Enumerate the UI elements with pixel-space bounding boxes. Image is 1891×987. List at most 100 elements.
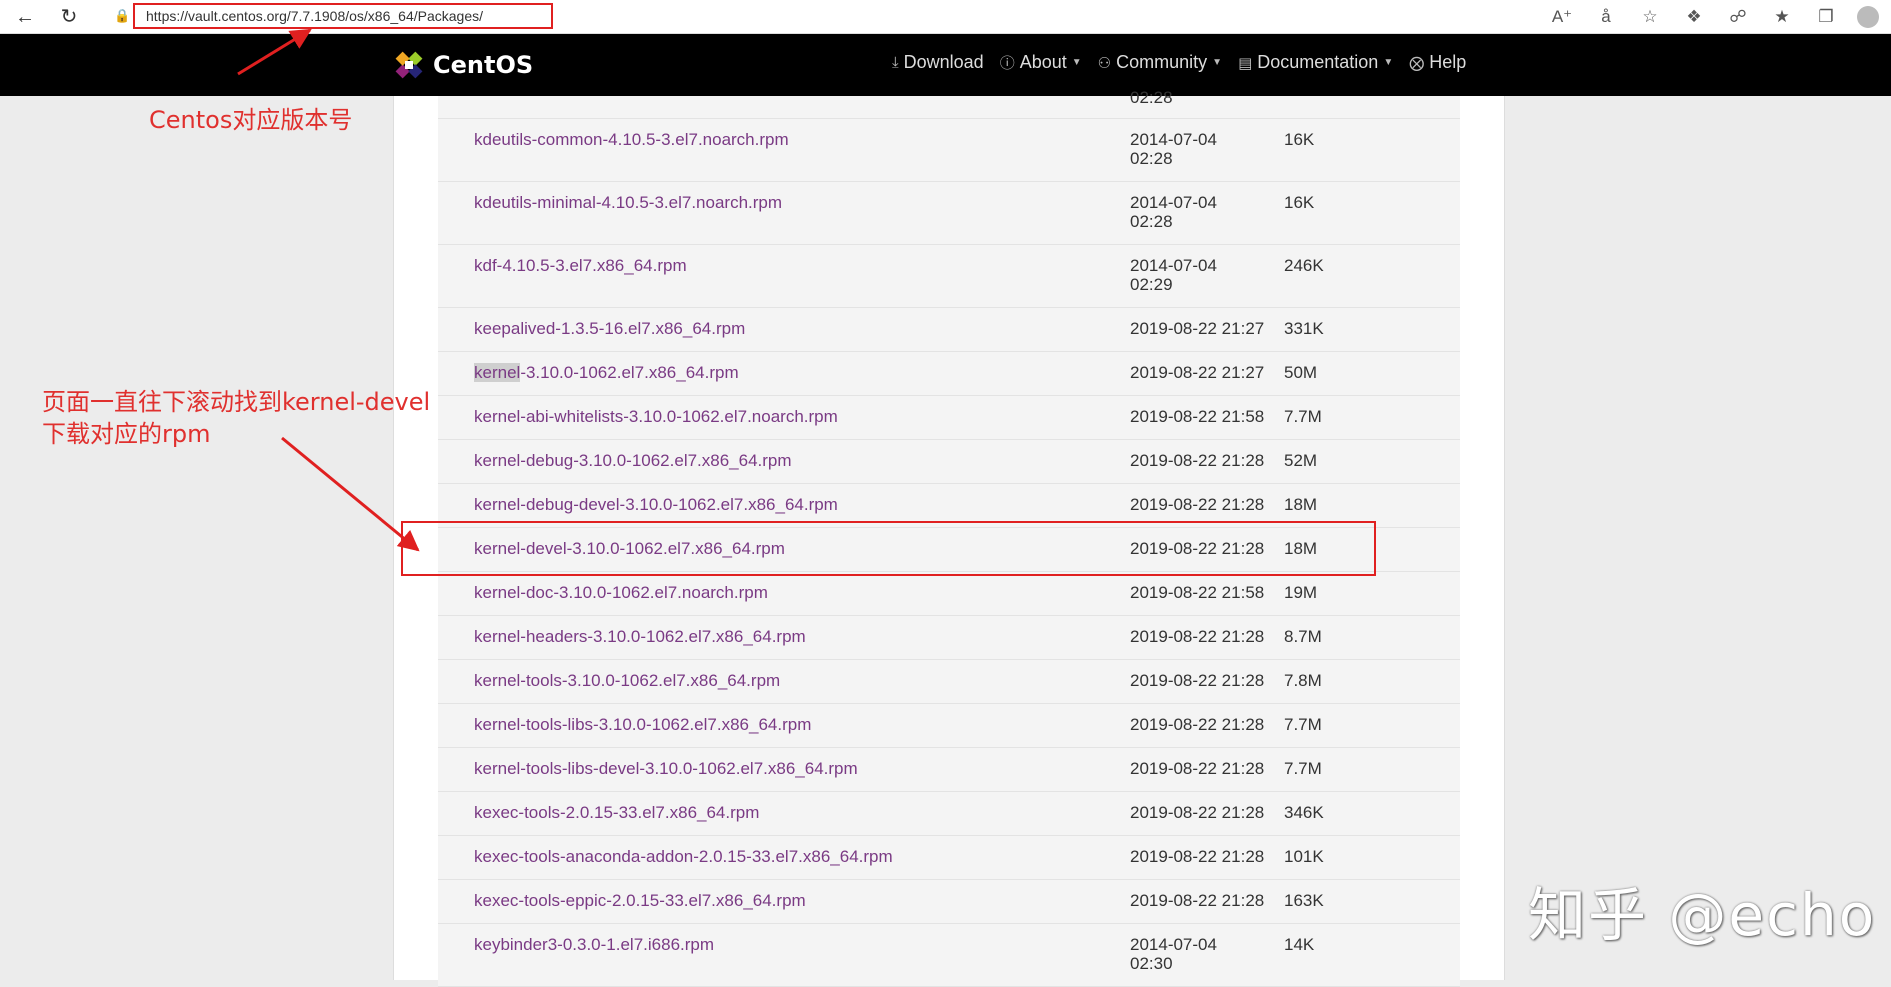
kernel-devel-highlight-box bbox=[401, 521, 1376, 576]
extension-icon[interactable]: ❖ bbox=[1681, 7, 1707, 27]
table-row-partial: 02:28 bbox=[438, 88, 1460, 119]
package-name: kexec-tools-eppic-2.0.15-33.el7.x86_64.r… bbox=[474, 891, 806, 910]
package-name: kernel-debug-3.10.0-1062.el7.x86_64.rpm bbox=[474, 451, 792, 470]
table-row: kernel-headers-3.10.0-1062.el7.x86_64.rp… bbox=[438, 616, 1460, 660]
date-line: 2019-08-22 21:28 bbox=[1130, 627, 1265, 646]
date-cell: 2019-08-22 21:28 bbox=[1130, 891, 1290, 910]
translate-icon[interactable]: å bbox=[1593, 7, 1619, 27]
date-line: 2019-08-22 21:28 bbox=[1130, 671, 1265, 690]
date-line: 2019-08-22 21:28 bbox=[1130, 847, 1265, 866]
size-cell: 331K bbox=[1284, 319, 1324, 338]
menu-label: Documentation bbox=[1257, 52, 1379, 72]
menu-label: Community bbox=[1116, 52, 1208, 72]
package-name: kexec-tools-anaconda-addon-2.0.15-33.el7… bbox=[474, 847, 893, 866]
package-link[interactable]: kexec-tools-eppic-2.0.15-33.el7.x86_64.r… bbox=[474, 891, 806, 911]
package-link[interactable]: kdeutils-minimal-4.10.5-3.el7.noarch.rpm bbox=[474, 193, 782, 213]
back-icon[interactable]: ← bbox=[12, 4, 38, 30]
size-cell: 101K bbox=[1284, 847, 1324, 866]
date-line: 2019-08-22 21:28 bbox=[1130, 891, 1265, 910]
package-link[interactable]: kernel-doc-3.10.0-1062.el7.noarch.rpm bbox=[474, 583, 768, 603]
package-link[interactable]: keybinder3-0.3.0-1.el7.i686.rpm bbox=[474, 935, 714, 955]
package-link[interactable]: kernel-tools-libs-3.10.0-1062.el7.x86_64… bbox=[474, 715, 811, 735]
size-cell: 16K bbox=[1284, 130, 1315, 149]
size-cell: 52M bbox=[1284, 451, 1318, 470]
menu-documentation[interactable]: ▤ Documentation ▼ bbox=[1238, 52, 1393, 73]
scroll-note-line1: 页面一直往下滚动找到kernel-devel bbox=[42, 388, 431, 416]
menu-about[interactable]: ⓘ About ▼ bbox=[1000, 52, 1082, 73]
scroll-note-line2: 下载对应的rpm bbox=[42, 420, 211, 448]
size-cell: 8.7M bbox=[1284, 627, 1322, 646]
size-cell: 16K bbox=[1284, 193, 1315, 212]
date-line: 2019-08-22 21:28 bbox=[1130, 451, 1265, 470]
main-menu: ⤓ Download ⓘ About ▼ ⚇ Community ▼ ▤ Doc… bbox=[892, 52, 1466, 73]
package-link[interactable]: kernel-3.10.0-1062.el7.x86_64.rpm bbox=[474, 363, 739, 383]
size-cell: 14K bbox=[1284, 935, 1315, 954]
favorites-icon[interactable]: ★ bbox=[1769, 7, 1795, 27]
table-row: kernel-tools-libs-3.10.0-1062.el7.x86_64… bbox=[438, 704, 1460, 748]
package-link[interactable]: kdf-4.10.5-3.el7.x86_64.rpm bbox=[474, 256, 687, 276]
centos-logo[interactable]: CentOS bbox=[393, 48, 533, 82]
read-aloud-icon[interactable]: A⁺ bbox=[1549, 7, 1575, 27]
package-link[interactable]: kernel-tools-3.10.0-1062.el7.x86_64.rpm bbox=[474, 671, 780, 691]
size-cell: 19M bbox=[1284, 583, 1318, 602]
date-cell: 02:28 bbox=[1130, 88, 1173, 107]
package-link[interactable]: kexec-tools-2.0.15-33.el7.x86_64.rpm bbox=[474, 803, 759, 823]
date-cell: 2014-07-04 02:30 bbox=[1130, 935, 1240, 973]
size-cell: 163K bbox=[1284, 891, 1324, 910]
package-link[interactable]: kdeutils-common-4.10.5-3.el7.noarch.rpm bbox=[474, 130, 789, 150]
size-cell: 7.7M bbox=[1284, 407, 1322, 426]
package-link[interactable]: kernel-headers-3.10.0-1062.el7.x86_64.rp… bbox=[474, 627, 806, 647]
time-line: 02:28 bbox=[1130, 149, 1173, 168]
date-line: 2019-08-22 21:28 bbox=[1130, 715, 1265, 734]
package-name: keybinder3-0.3.0-1.el7.i686.rpm bbox=[474, 935, 715, 954]
table-row: kernel-tools-libs-devel-3.10.0-1062.el7.… bbox=[438, 748, 1460, 792]
date-cell: 2019-08-22 21:28 bbox=[1130, 803, 1290, 822]
package-name: kexec-tools-2.0.15-33.el7.x86_64.rpm bbox=[474, 803, 760, 822]
date-cell: 2014-07-04 02:28 bbox=[1130, 193, 1240, 231]
watermark: 知乎 @echo bbox=[1528, 881, 1877, 949]
centos-logo-icon bbox=[395, 51, 423, 79]
menu-help[interactable]: ⨂ Help bbox=[1409, 52, 1466, 73]
site-header: CentOS ⤓ Download ⓘ About ▼ ⚇ Community … bbox=[0, 34, 1891, 96]
package-link[interactable]: kernel-debug-devel-3.10.0-1062.el7.x86_6… bbox=[474, 495, 838, 515]
package-link[interactable]: kernel-abi-whitelists-3.10.0-1062.el7.no… bbox=[474, 407, 838, 427]
date-cell: 2019-08-22 21:28 bbox=[1130, 671, 1290, 690]
date-cell: 2014-07-04 02:29 bbox=[1130, 256, 1240, 294]
table-row: kdeutils-minimal-4.10.5-3.el7.noarch.rpm… bbox=[438, 182, 1460, 245]
profile-icon[interactable] bbox=[1857, 6, 1879, 28]
reload-icon[interactable]: ↻ bbox=[56, 4, 82, 30]
package-link[interactable]: kexec-tools-anaconda-addon-2.0.15-33.el7… bbox=[474, 847, 893, 867]
date-cell: 2019-08-22 21:28 bbox=[1130, 847, 1290, 866]
package-name: kdeutils-minimal-4.10.5-3.el7.noarch.rpm bbox=[474, 193, 783, 212]
date-line: 2014-07-04 bbox=[1130, 193, 1217, 212]
search-highlight: kernel bbox=[474, 363, 521, 382]
download-icon: ⤓ bbox=[892, 54, 899, 71]
url-highlight-box bbox=[133, 3, 553, 29]
date-cell: 2014-07-04 02:28 bbox=[1130, 130, 1240, 168]
package-link[interactable]: kernel-tools-libs-devel-3.10.0-1062.el7.… bbox=[474, 759, 858, 779]
puzzle-icon[interactable]: ☍ bbox=[1725, 7, 1751, 27]
package-name: kdeutils-common-4.10.5-3.el7.noarch.rpm bbox=[474, 130, 789, 149]
table-row: kexec-tools-eppic-2.0.15-33.el7.x86_64.r… bbox=[438, 880, 1460, 924]
time-line: 02:30 bbox=[1130, 954, 1173, 973]
collections-icon[interactable]: ❐ bbox=[1813, 7, 1839, 27]
lock-icon: 🔒 bbox=[114, 8, 131, 23]
table-row: keybinder3-0.3.0-1.el7.i686.rpm 2014-07-0… bbox=[438, 924, 1460, 987]
caret-down-icon: ▼ bbox=[1071, 57, 1082, 68]
menu-community[interactable]: ⚇ Community ▼ bbox=[1098, 52, 1222, 73]
table-row: kexec-tools-2.0.15-33.el7.x86_64.rpm 2019… bbox=[438, 792, 1460, 836]
date-cell: 2019-08-22 21:58 bbox=[1130, 407, 1290, 426]
menu-download[interactable]: ⤓ Download bbox=[892, 52, 984, 73]
date-line: 2019-08-22 21:28 bbox=[1130, 759, 1265, 778]
date-cell: 2019-08-22 21:28 bbox=[1130, 759, 1290, 778]
favorite-star-icon[interactable]: ☆ bbox=[1637, 7, 1663, 27]
package-name: kernel-debug-devel-3.10.0-1062.el7.x86_6… bbox=[474, 495, 838, 514]
table-row: kernel-doc-3.10.0-1062.el7.noarch.rpm 201… bbox=[438, 572, 1460, 616]
date-line: 2014-07-04 bbox=[1130, 935, 1217, 954]
package-name: kernel-abi-whitelists-3.10.0-1062.el7.no… bbox=[474, 407, 838, 426]
package-link[interactable]: kernel-debug-3.10.0-1062.el7.x86_64.rpm bbox=[474, 451, 792, 471]
package-link[interactable]: keepalived-1.3.5-16.el7.x86_64.rpm bbox=[474, 319, 745, 339]
date-cell: 2019-08-22 21:27 bbox=[1130, 319, 1290, 338]
date-line: 2019-08-22 21:28 bbox=[1130, 495, 1265, 514]
date-line: 2019-08-22 21:28 bbox=[1130, 803, 1265, 822]
